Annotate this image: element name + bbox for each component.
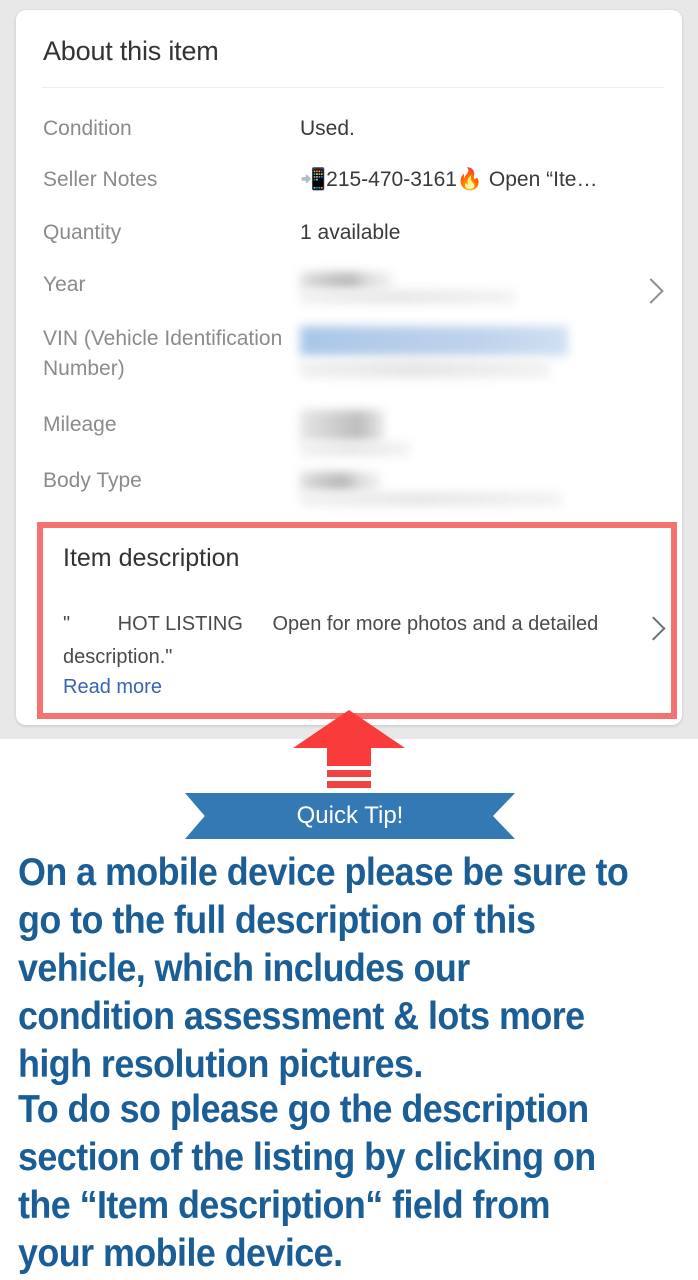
spec-row-seller-notes: Seller Notes 📲215-470-3161🔥 Open “Ite…	[16, 165, 682, 199]
redacted-value-mileage	[300, 410, 384, 442]
about-this-item-heading: About this item	[43, 36, 219, 66]
spec-value-quantity: 1 available	[300, 221, 401, 244]
snippet-hot-listing: HOT LISTING	[117, 613, 243, 635]
spec-row-vin: VIN (Vehicle Identification Number)	[16, 324, 682, 404]
snippet-quote-open: "	[63, 613, 71, 635]
spec-label-condition: Condition	[43, 117, 132, 140]
chevron-right-icon[interactable]	[641, 616, 666, 641]
spec-label-quantity: Quantity	[43, 221, 122, 244]
spec-label-body-type: Body Type	[43, 469, 142, 492]
spec-label-seller-notes: Seller Notes	[43, 168, 158, 191]
tip-paragraph-1: On a mobile device please be sure to go …	[18, 851, 629, 1086]
listing-screenshot-region: About this item Condition Used. Seller N…	[0, 0, 698, 739]
heading-divider	[42, 87, 665, 88]
arrow-head-icon	[293, 710, 405, 748]
spec-label-vin: VIN (Vehicle Identification Number)	[43, 327, 283, 380]
spec-row-mileage: Mileage	[16, 410, 682, 458]
spec-value-seller-notes: 📲215-470-3161🔥 Open “Ite…	[300, 168, 598, 191]
redacted-value-vin-shadow	[300, 360, 550, 378]
redacted-value-year-shadow	[300, 290, 515, 304]
up-arrow-graphic	[293, 710, 405, 790]
spec-label-year: Year	[43, 273, 86, 296]
item-description-section[interactable]: Item description " HOT LISTING Open for …	[37, 522, 677, 719]
arrow-stripe-2	[327, 781, 371, 788]
redacted-value-year	[300, 272, 392, 290]
redacted-value-body-type-shadow	[300, 492, 562, 506]
spec-row-year[interactable]: Year	[16, 270, 682, 314]
spec-row-condition: Condition Used.	[16, 114, 682, 148]
spec-value-condition: Used.	[300, 117, 355, 140]
read-more-link[interactable]: Read more	[63, 676, 162, 699]
spec-label-mileage: Mileage	[43, 413, 117, 436]
snippet-body: Open for more photos and a	[272, 613, 523, 635]
spec-row-body-type: Body Type	[16, 466, 682, 514]
item-description-heading: Item description	[63, 544, 240, 572]
quick-tip-ribbon: Quick Tip!	[185, 793, 515, 839]
quick-tip-label: Quick Tip!	[296, 802, 404, 829]
redacted-value-mileage-shadow	[300, 442, 410, 456]
chevron-right-icon[interactable]	[638, 278, 664, 304]
arrow-shaft	[327, 748, 371, 766]
redacted-value-body-type	[300, 472, 380, 492]
redacted-value-vin	[300, 326, 568, 356]
arrow-stripe-1	[327, 770, 371, 777]
item-description-snippet: " HOT LISTING Open for more photos and a…	[63, 608, 623, 674]
spec-row-quantity: Quantity 1 available	[16, 218, 682, 252]
tip-paragraph-2-emphasis: Item description	[96, 1184, 366, 1227]
about-this-item-card: About this item Condition Used. Seller N…	[16, 10, 682, 725]
tip-paragraph-2: To do so please go the description secti…	[18, 1086, 631, 1278]
